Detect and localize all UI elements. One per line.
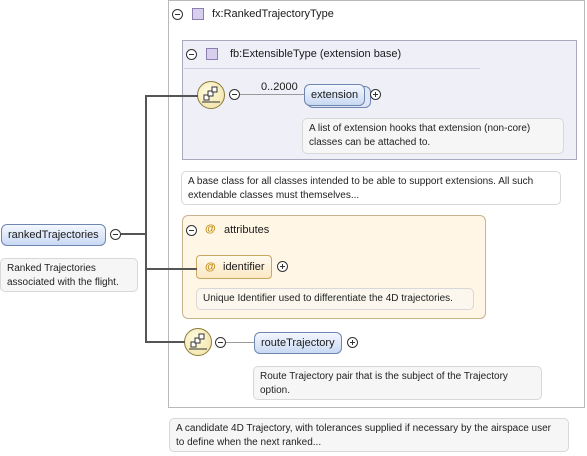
connector-line xyxy=(121,233,146,235)
attribute-note: Unique Identifier used to differentiate … xyxy=(196,288,474,310)
route-trajectory-element[interactable]: routeTrajectory xyxy=(254,332,342,354)
header-divider xyxy=(184,68,480,69)
expand-icon[interactable] xyxy=(370,89,381,100)
cardinality-label: 0..2000 xyxy=(261,81,298,93)
sequence-compositor-icon[interactable] xyxy=(184,328,212,356)
extension-note: A list of extension hooks that extension… xyxy=(302,118,564,154)
attribute-name: identifier xyxy=(223,261,265,273)
extension-base-note: A base class for all classes intended to… xyxy=(181,171,561,205)
complex-type-header: fx:RankedTrajectoryType xyxy=(168,0,585,28)
connector-line xyxy=(145,268,197,270)
expand-icon[interactable] xyxy=(347,337,358,348)
collapse-icon[interactable] xyxy=(110,229,121,240)
extension-type-icon xyxy=(206,48,218,60)
attribute-group-icon: @ xyxy=(205,223,216,235)
ranked-trajectories-element[interactable]: rankedTrajectories xyxy=(1,224,106,246)
collapse-icon[interactable] xyxy=(229,89,240,100)
collapse-icon[interactable] xyxy=(186,49,197,60)
collapse-icon[interactable] xyxy=(186,225,197,236)
complex-type-title: fx:RankedTrajectoryType xyxy=(212,8,334,20)
complex-type-note: A candidate 4D Trajectory, with toleranc… xyxy=(169,418,569,452)
connector-line xyxy=(226,342,254,343)
collapse-icon[interactable] xyxy=(215,337,226,348)
attributes-title: attributes xyxy=(224,224,270,236)
collapse-icon[interactable] xyxy=(172,9,183,20)
connector-line xyxy=(145,95,198,97)
extension-element[interactable]: extension xyxy=(304,84,366,106)
connector-bracket xyxy=(145,95,147,343)
expand-icon[interactable] xyxy=(277,261,288,272)
root-element-note: Ranked Trajectories associated with the … xyxy=(0,258,138,292)
connector-line xyxy=(240,94,304,95)
extension-base-title: fb:ExtensibleType (extension base) xyxy=(230,48,402,60)
sequence-compositor-icon[interactable] xyxy=(197,81,225,109)
connector-line xyxy=(145,341,185,343)
attribute-identifier[interactable]: @ identifier xyxy=(196,255,272,279)
complex-type-icon xyxy=(192,8,204,20)
attribute-icon: @ xyxy=(205,261,216,273)
route-trajectory-note: Route Trajectory pair that is the subjec… xyxy=(253,366,542,400)
